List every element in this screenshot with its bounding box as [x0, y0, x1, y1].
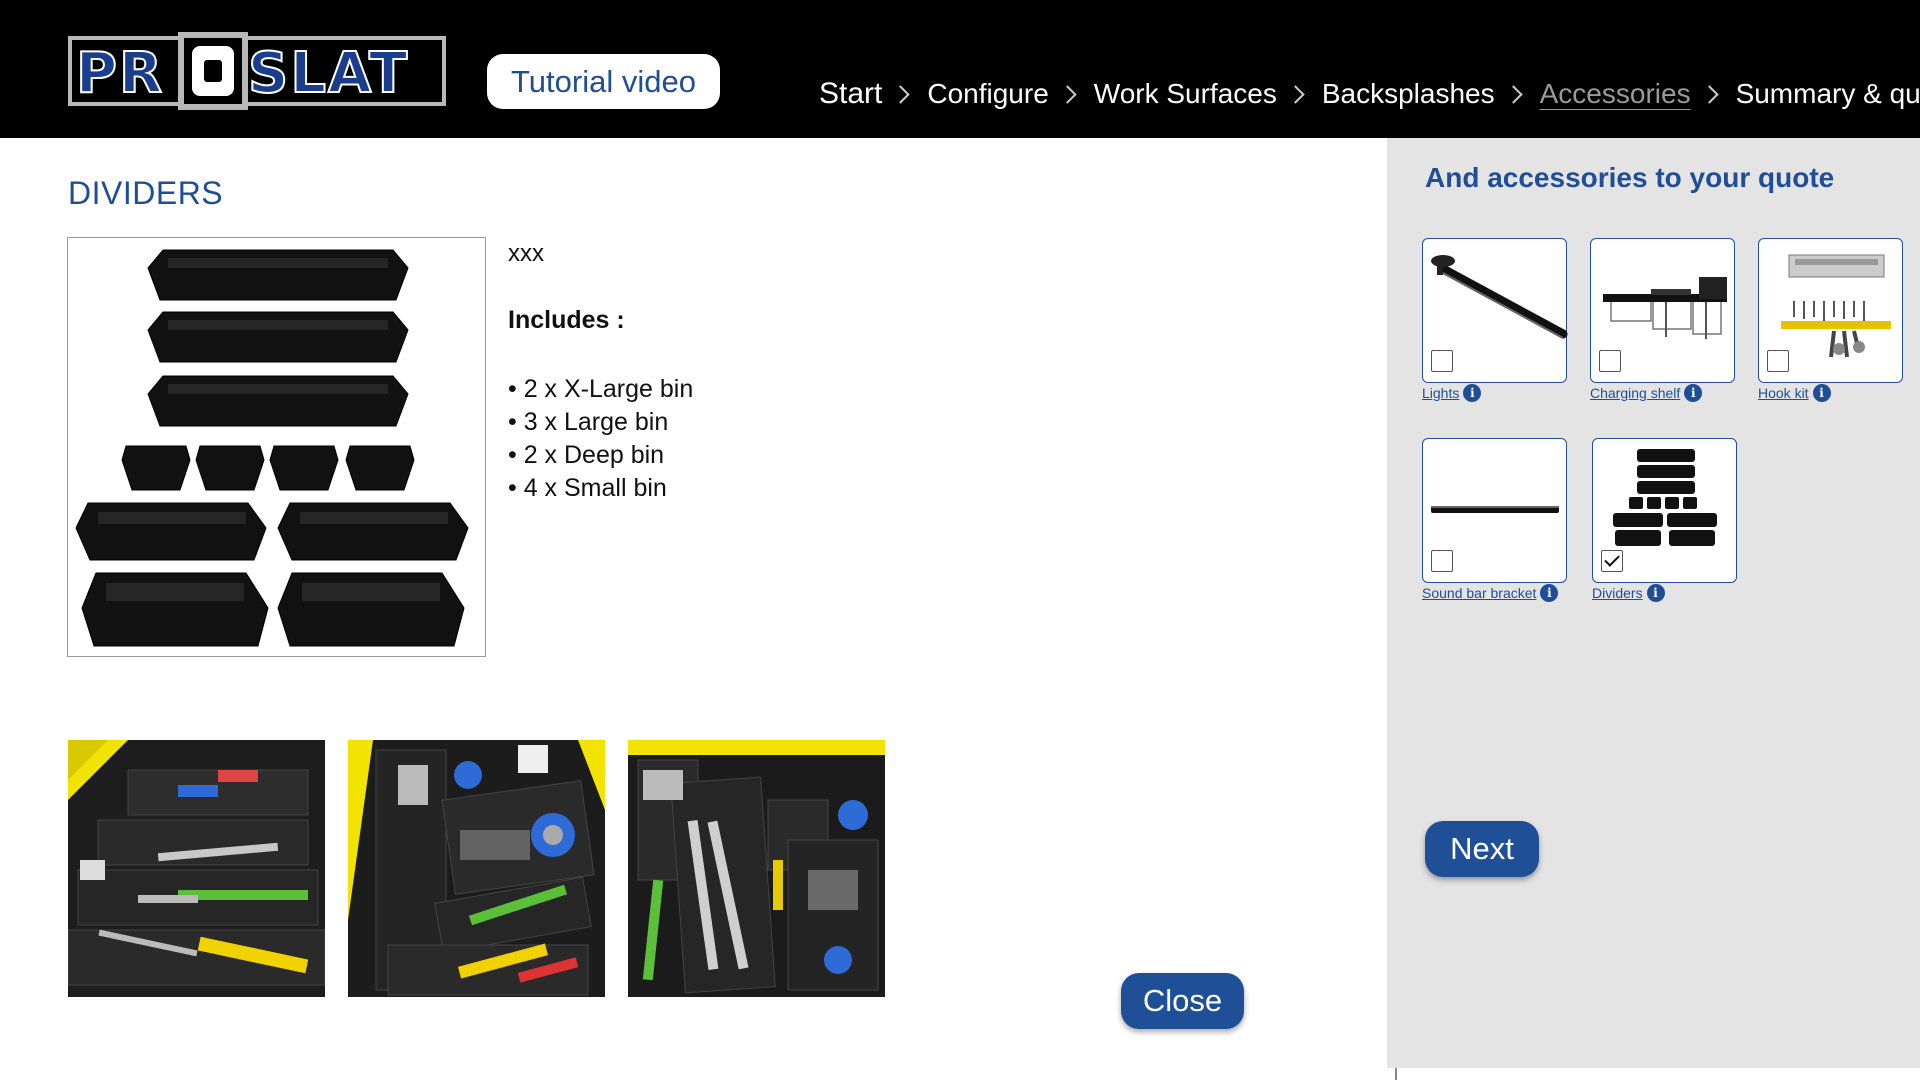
chevron-right-icon [1503, 84, 1523, 104]
accessory-card-charging-shelf[interactable] [1590, 238, 1735, 383]
close-button[interactable]: Close [1121, 973, 1244, 1029]
breadcrumb-backsplashes[interactable]: Backsplashes [1322, 78, 1495, 110]
accessory-name[interactable]: Dividers [1592, 585, 1643, 601]
chevron-right-icon [1699, 84, 1719, 104]
divider-line [1395, 1068, 1397, 1080]
product-description: xxx Includes : • 2 x X-Large bin • 3 x L… [508, 240, 693, 505]
accessory-card-dividers[interactable] [1592, 438, 1737, 583]
breadcrumb-start[interactable]: Start [819, 77, 882, 111]
breadcrumb: Start Configure Work Surfaces Backsplash… [819, 73, 1920, 115]
breadcrumb-configure[interactable]: Configure [927, 78, 1048, 110]
accessory-label-hook-kit[interactable]: Hook kit i [1758, 384, 1831, 402]
accessory-name[interactable]: Hook kit [1758, 385, 1809, 401]
tutorial-video-button[interactable]: Tutorial video [487, 54, 720, 109]
chevron-right-icon [1286, 84, 1305, 104]
dividers-product-image [67, 237, 486, 657]
hook-kit-checkbox[interactable] [1767, 350, 1789, 372]
svg-text:PR: PR [76, 41, 164, 106]
chevron-right-icon [891, 84, 911, 104]
product-gallery [68, 740, 885, 997]
description-text: xxx [508, 240, 544, 267]
accessory-label-sound-bar-bracket[interactable]: Sound bar bracket i [1422, 584, 1559, 602]
info-icon[interactable]: i [1812, 384, 1831, 402]
sound-bar-bracket-checkbox[interactable] [1431, 550, 1453, 572]
info-icon[interactable]: i [1540, 584, 1559, 602]
product-title: DIVIDERS [68, 175, 224, 211]
accessory-card-sound-bar-bracket[interactable] [1422, 438, 1567, 583]
charging-shelf-checkbox[interactable] [1599, 350, 1621, 372]
accessories-panel: And accessories to your quote Lights i C… [1387, 138, 1920, 1068]
list-item: • 2 x Deep bin [508, 441, 665, 469]
gallery-photo-3[interactable] [628, 740, 885, 997]
accessory-name[interactable]: Charging shelf [1590, 385, 1680, 401]
lights-checkbox[interactable] [1431, 350, 1453, 372]
next-button[interactable]: Next [1425, 821, 1539, 877]
includes-heading: Includes : [508, 306, 625, 334]
accessory-label-charging-shelf[interactable]: Charging shelf i [1590, 384, 1703, 402]
info-icon[interactable]: i [1463, 384, 1482, 402]
accessory-label-lights[interactable]: Lights i [1422, 384, 1482, 402]
dividers-checkbox[interactable] [1601, 550, 1623, 572]
info-icon[interactable]: i [1684, 384, 1703, 402]
info-icon[interactable]: i [1646, 584, 1665, 602]
breadcrumb-work-surfaces[interactable]: Work Surfaces [1094, 78, 1277, 110]
list-item: • 2 x X-Large bin [508, 375, 694, 403]
svg-text:SLAT: SLAT [248, 41, 409, 106]
proslat-logo[interactable]: PR SLAT [66, 32, 448, 110]
breadcrumb-summary-quote[interactable]: Summary & quote [1736, 78, 1920, 110]
accessory-card-hook-kit[interactable] [1758, 238, 1903, 383]
gallery-photo-2[interactable] [348, 740, 605, 997]
accessory-name[interactable]: Sound bar bracket [1422, 585, 1536, 601]
breadcrumb-accessories[interactable]: Accessories [1540, 78, 1691, 110]
chevron-right-icon [1058, 84, 1077, 104]
gallery-photo-1[interactable] [68, 740, 325, 997]
includes-list: • 2 x X-Large bin • 3 x Large bin • 2 x … [508, 373, 693, 505]
accessory-card-lights[interactable] [1422, 238, 1568, 383]
accessory-label-dividers[interactable]: Dividers i [1592, 584, 1665, 602]
top-navigation-bar: PR SLAT Tutorial video Start Configure W… [0, 0, 1920, 138]
panel-title: And accessories to your quote [1425, 162, 1835, 193]
accessory-name[interactable]: Lights [1422, 385, 1459, 401]
list-item: • 3 x Large bin [508, 408, 669, 436]
list-item: • 4 x Small bin [508, 474, 667, 502]
